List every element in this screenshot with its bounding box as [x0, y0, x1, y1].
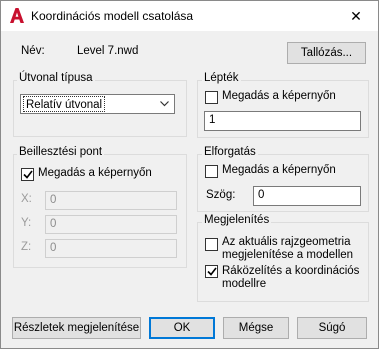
insertion-specify-checkbox[interactable]: [21, 168, 34, 181]
insertion-z-input[interactable]: 0: [45, 239, 177, 258]
zoom-to-model-checkbox[interactable]: [205, 265, 218, 278]
rotation-specify-checkbox[interactable]: [205, 165, 218, 178]
autocad-a-icon: [10, 8, 24, 23]
help-label: Súgó: [318, 322, 346, 334]
show-details-button[interactable]: Részletek megjelenítése: [12, 317, 141, 339]
ok-button[interactable]: OK: [149, 317, 215, 339]
rotation-specify-label: Megadás a képernyőn: [222, 164, 336, 176]
show-geometry-checkbox[interactable]: [205, 238, 218, 251]
title-bar: Koordinációs modell csatolása ✕: [1, 1, 378, 31]
checkmark-icon: [207, 267, 217, 276]
show-details-label: Részletek megjelenítése: [13, 322, 140, 334]
scale-input[interactable]: 1: [204, 111, 361, 131]
path-type-title: Útvonal típusa: [17, 72, 95, 84]
browse-button-label: Tallózás...: [300, 47, 353, 59]
angle-input[interactable]: 0: [253, 186, 361, 206]
dialog-window: Koordinációs modell csatolása ✕ Név: Lev…: [0, 0, 379, 349]
insertion-x-input[interactable]: 0: [45, 191, 177, 210]
cancel-label: Mégse: [238, 322, 274, 334]
insertion-y-input[interactable]: 0: [45, 215, 177, 234]
show-geometry-label: Az aktuális rajzgeometria megjelenítése …: [222, 236, 354, 261]
ok-label: OK: [173, 322, 191, 334]
chevron-down-icon: [160, 101, 169, 107]
path-type-selected: Relatív útvonal: [23, 96, 106, 112]
window-title: Koordinációs modell csatolása: [31, 9, 194, 23]
insertion-x-label: X:: [21, 193, 32, 205]
browse-button[interactable]: Tallózás...: [287, 42, 366, 64]
insertion-z-label: Z:: [21, 241, 32, 253]
name-value: Level 7.nwd: [77, 45, 139, 57]
insertion-specify-label: Megadás a képernyőn: [38, 167, 152, 179]
display-title: Megjelenítés: [202, 214, 272, 226]
angle-label: Szög:: [206, 189, 236, 201]
name-label: Név:: [21, 45, 45, 57]
scale-title: Lépték: [202, 72, 241, 84]
insertion-point-title: Beillesztési pont: [17, 146, 105, 158]
scale-specify-label: Megadás a képernyőn: [222, 90, 336, 102]
close-button[interactable]: ✕: [334, 1, 378, 31]
zoom-to-model-label: Ráközelítés a koordinációs modellre: [222, 265, 360, 290]
help-button[interactable]: Súgó: [297, 317, 367, 339]
path-type-select[interactable]: Relatív útvonal: [20, 94, 175, 114]
rotation-title: Elforgatás: [202, 146, 258, 158]
insertion-y-label: Y:: [21, 217, 32, 229]
cancel-button[interactable]: Mégse: [223, 317, 289, 339]
scale-specify-checkbox[interactable]: [205, 91, 218, 104]
checkmark-icon: [23, 170, 33, 179]
